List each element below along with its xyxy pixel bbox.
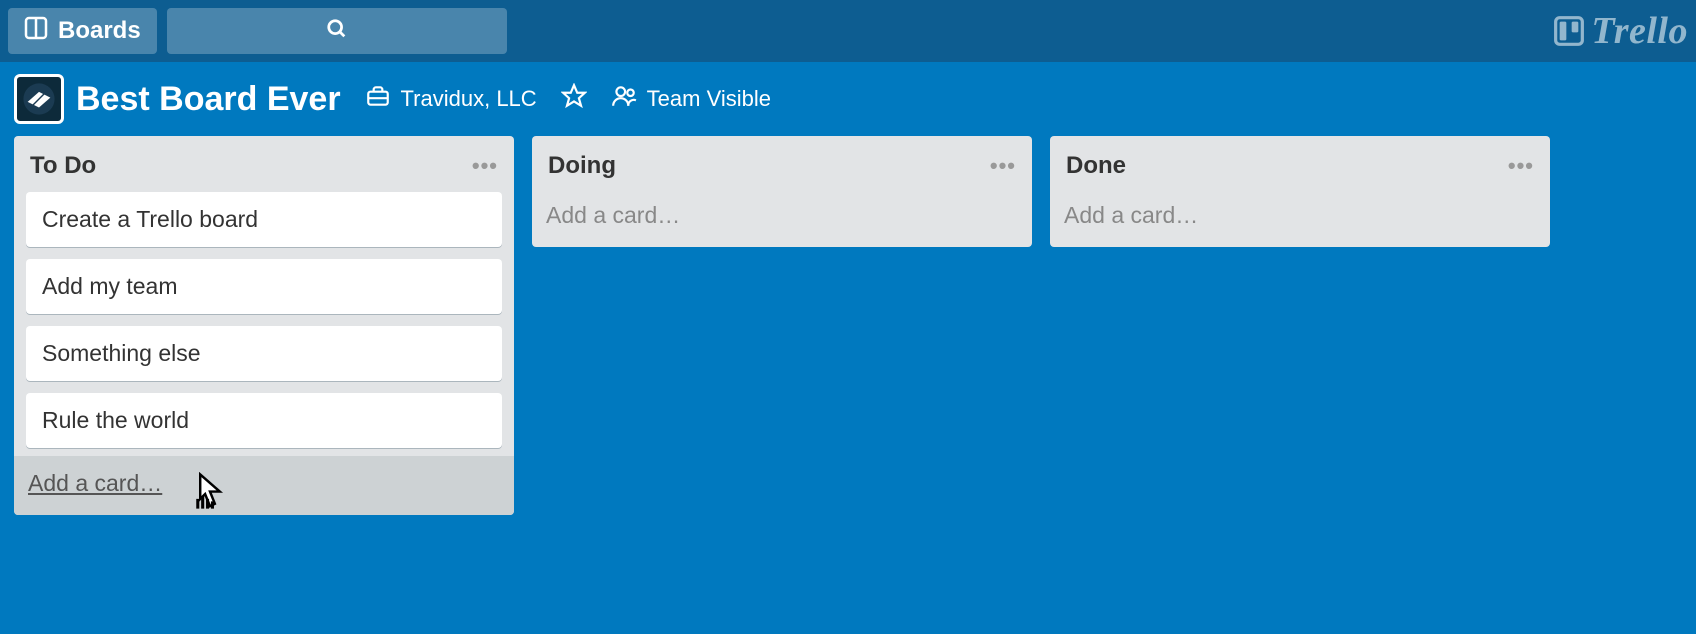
list-title[interactable]: To Do: [30, 152, 96, 180]
list-header: Doing •••: [532, 146, 1032, 188]
list-menu-button[interactable]: •••: [472, 153, 498, 179]
boards-button-label: Boards: [58, 17, 141, 45]
board-avatar-icon: [22, 82, 56, 116]
list-todo: To Do ••• Create a Trello board Add my t…: [14, 136, 514, 515]
card[interactable]: Rule the world: [26, 393, 502, 448]
boards-icon: [24, 16, 48, 47]
trello-icon: [1553, 15, 1585, 47]
cursor-icon: [190, 472, 230, 516]
list-menu-button[interactable]: •••: [990, 153, 1016, 179]
search-input[interactable]: [167, 8, 507, 54]
board-canvas: To Do ••• Create a Trello board Add my t…: [0, 136, 1696, 634]
topbar: Boards Trello: [0, 0, 1696, 62]
team-label: Travidux, LLC: [401, 86, 537, 112]
list-header: Done •••: [1050, 146, 1550, 188]
boards-button[interactable]: Boards: [8, 8, 157, 54]
card-container: Create a Trello board Add my team Someth…: [14, 188, 514, 456]
star-icon: [561, 83, 587, 115]
add-card-button[interactable]: Add a card…: [532, 188, 1032, 247]
search-icon: [326, 18, 348, 45]
people-icon: [611, 83, 637, 115]
star-button[interactable]: [561, 83, 587, 115]
list-title[interactable]: Doing: [548, 152, 616, 180]
visibility-button[interactable]: Team Visible: [611, 83, 771, 115]
list-menu-button[interactable]: •••: [1508, 153, 1534, 179]
list-title[interactable]: Done: [1066, 152, 1126, 180]
board-header: Best Board Ever Travidux, LLC: [0, 62, 1696, 136]
list-done: Done ••• Add a card…: [1050, 136, 1550, 247]
add-card-label: Add a card…: [546, 202, 680, 228]
board-title[interactable]: Best Board Ever: [76, 80, 341, 119]
board-avatar[interactable]: [14, 74, 64, 124]
visibility-label: Team Visible: [647, 86, 771, 112]
add-card-button[interactable]: Add a card…: [1050, 188, 1550, 247]
card[interactable]: Create a Trello board: [26, 192, 502, 247]
briefcase-icon: [365, 83, 391, 115]
brand-text: Trello: [1591, 9, 1688, 53]
card[interactable]: Something else: [26, 326, 502, 381]
add-card-label: Add a card…: [1064, 202, 1198, 228]
card[interactable]: Add my team: [26, 259, 502, 314]
add-card-label: Add a card…: [28, 470, 162, 496]
brand-logo: Trello: [1553, 9, 1688, 53]
list-doing: Doing ••• Add a card…: [532, 136, 1032, 247]
list-header: To Do •••: [14, 146, 514, 188]
team-button[interactable]: Travidux, LLC: [365, 83, 537, 115]
add-card-button[interactable]: Add a card…: [14, 456, 514, 515]
